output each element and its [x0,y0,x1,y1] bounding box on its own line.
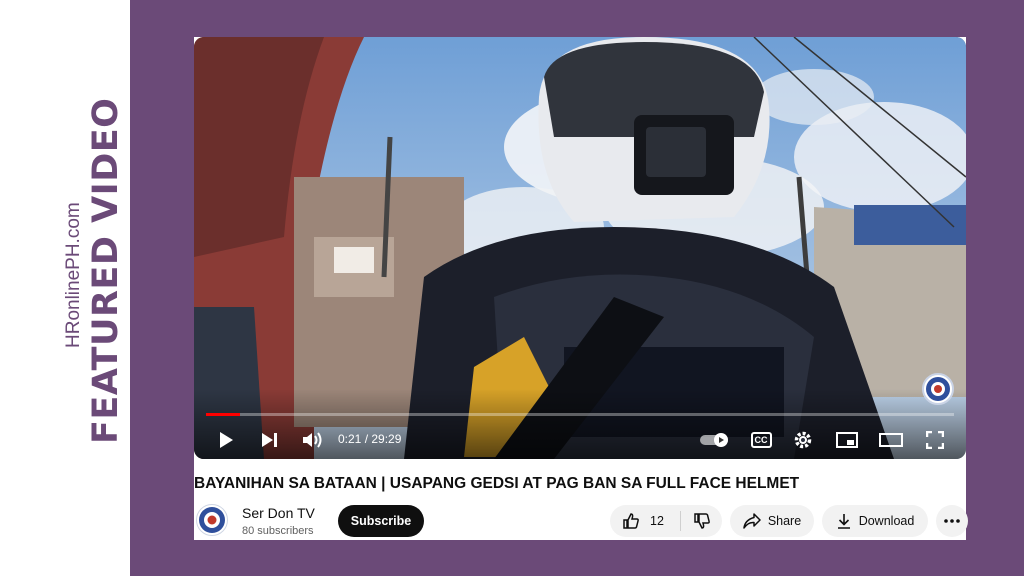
autoplay-toggle-icon [700,433,728,447]
time-display: 0:21 / 29:29 [338,432,401,446]
download-button[interactable]: Download [822,505,928,537]
captions-icon: CC [750,432,772,448]
channel-avatar[interactable] [196,504,228,536]
progress-bar[interactable] [206,413,954,416]
thumbs-down-icon [693,513,710,529]
fullscreen-button[interactable] [923,429,947,451]
theater-icon [879,433,903,447]
next-button[interactable] [258,429,282,451]
settings-button[interactable] [791,429,815,451]
subscribe-button[interactable]: Subscribe [338,505,424,537]
play-button[interactable] [214,429,238,451]
gear-icon [794,431,812,449]
more-actions-button[interactable] [936,505,968,537]
like-count: 12 [650,514,664,528]
video-card: 0:21 / 29:29 CC BAYANIHAN SA BATAAN | US… [194,37,968,540]
autoplay-toggle[interactable] [698,430,732,450]
video-title: BAYANIHAN SA BATAAN | USAPANG GEDSI AT P… [194,475,800,492]
dislike-button[interactable] [681,505,722,537]
thumbs-up-icon [623,513,639,529]
channel-watermark[interactable] [922,373,954,405]
share-label: Share [767,514,802,528]
like-button[interactable]: 12 [610,505,680,537]
featured-video-label: FEATURED VIDEO [86,97,126,444]
channel-logo-icon [926,377,950,401]
download-label: Download [858,514,915,528]
channel-name[interactable]: Ser Don TV [242,505,315,521]
channel-logo-icon [199,507,225,533]
miniplayer-icon [836,432,858,448]
share-icon [743,513,761,529]
next-icon [262,433,277,447]
left-strip: FEATURED VIDEO HRonlinePH.com [0,0,130,576]
volume-button[interactable] [300,429,326,451]
download-icon [837,514,850,529]
captions-button[interactable]: CC [748,430,774,450]
site-label: HRonlinePH.com [63,202,84,348]
theater-button[interactable] [877,429,905,451]
time-separator: / [361,432,372,446]
more-horizontal-icon [944,519,960,523]
time-current: 0:21 [338,432,362,446]
time-total: 29:29 [371,432,402,446]
video-player[interactable]: 0:21 / 29:29 CC [194,37,966,459]
progress-fill [206,413,240,416]
volume-icon [303,432,322,448]
subscriber-count: 80 subscribers [242,525,314,537]
fullscreen-icon [926,431,944,449]
like-dislike-group: 12 [610,505,722,537]
miniplayer-button[interactable] [834,429,860,451]
share-button[interactable]: Share [730,505,814,537]
play-icon [220,432,233,448]
